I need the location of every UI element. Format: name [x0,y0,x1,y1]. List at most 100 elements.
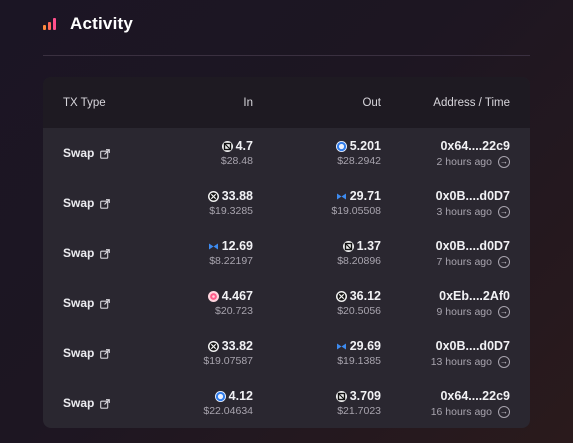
wallet-address[interactable]: 0x64....22c9 [440,139,510,153]
out-usd-value: $8.20896 [337,255,381,267]
in-amount-cell: 4.467 $20.723 [143,289,253,317]
in-usd-value: $19.3285 [209,205,253,217]
in-amount: 33.88 [221,189,253,203]
wallet-address[interactable]: 0x0B....d0D7 [436,239,510,253]
out-usd-value: $28.2942 [337,155,381,167]
black-cross-token-icon [207,340,219,352]
out-amount: 1.37 [356,239,381,253]
out-usd-value: $19.1385 [337,355,381,367]
swap-link[interactable]: Swap [43,146,143,160]
tx-time: 16 hours ago [430,405,492,418]
column-header-in: In [243,96,253,109]
blue-ring-token-icon [335,140,347,152]
tx-time: 7 hours ago [436,255,492,268]
table-row: Swap 4.7 $28.48 5.201 $28.2942 0x64....22c9 2 … [43,128,530,178]
in-amount-cell: 4.7 $28.48 [143,139,253,167]
column-header-tx-type: TX Type [63,96,106,109]
in-usd-value: $19.07587 [203,355,253,367]
arrow-right-icon[interactable]: → [498,355,510,368]
black-hexagon-token-icon [335,390,347,402]
table-row: Swap 4.467 $20.723 36.12 $20.5056 0xEb....2Af… [43,278,530,328]
page-title: Activity [70,14,134,33]
tx-time: 13 hours ago [430,355,492,368]
in-amount-cell: 12.69 $8.22197 [143,239,253,267]
in-amount: 4.467 [221,289,253,303]
wallet-address[interactable]: 0xEb....2Af0 [439,289,510,303]
external-link-icon[interactable] [100,348,111,359]
activity-header: Activity [43,14,133,34]
blue-bowtie-token-icon [208,241,219,252]
tx-type-label: Swap [63,296,95,310]
bar-chart-icon [43,18,56,30]
in-amount: 4.12 [228,389,253,403]
in-amount: 4.7 [235,139,253,153]
external-link-icon[interactable] [100,148,111,159]
out-amount-cell: 36.12 $20.5056 [253,289,381,317]
address-time-cell: 0x0B....d0D7 13 hours ago → [381,339,510,368]
tx-time: 9 hours ago [436,305,492,318]
column-header-out: Out [362,96,381,109]
tx-time: 2 hours ago [436,155,492,168]
out-amount: 36.12 [349,289,381,303]
activity-table: TX Type In Out Address / Time Swap 4.7 $28… [43,77,530,428]
table-body: Swap 4.7 $28.48 5.201 $28.2942 0x64....22c9 2 … [43,128,530,428]
out-amount-cell: 1.37 $8.20896 [253,239,381,267]
in-usd-value: $20.723 [215,305,253,317]
in-usd-value: $8.22197 [209,255,253,267]
swap-link[interactable]: Swap [43,246,143,260]
out-usd-value: $20.5056 [337,305,381,317]
pink-token-icon [207,290,219,302]
blue-bowtie-token-icon [336,191,347,202]
out-usd-value: $19.05508 [331,205,381,217]
wallet-address[interactable]: 0x0B....d0D7 [436,339,510,353]
out-amount-cell: 29.69 $19.1385 [253,339,381,367]
arrow-right-icon[interactable]: → [498,155,510,168]
tx-type-label: Swap [63,396,95,410]
arrow-right-icon[interactable]: → [498,255,510,268]
tx-type-label: Swap [63,146,95,160]
divider [43,55,530,56]
out-amount: 29.69 [349,339,381,353]
table-row: Swap 33.82 $19.07587 29.69 $19.1385 0x0B....d… [43,328,530,378]
in-usd-value: $22.04634 [203,405,253,417]
address-time-cell: 0x0B....d0D7 3 hours ago → [381,189,510,218]
in-amount: 12.69 [221,239,253,253]
wallet-address[interactable]: 0x64....22c9 [440,389,510,403]
out-amount: 3.709 [349,389,381,403]
blue-ring-token-icon [214,390,226,402]
external-link-icon[interactable] [100,398,111,409]
swap-link[interactable]: Swap [43,296,143,310]
swap-link[interactable]: Swap [43,196,143,210]
arrow-right-icon[interactable]: → [498,205,510,218]
out-amount: 5.201 [349,139,381,153]
table-row: Swap 4.12 $22.04634 3.709 $21.7023 0x64....22… [43,378,530,428]
external-link-icon[interactable] [100,298,111,309]
in-amount-cell: 4.12 $22.04634 [143,389,253,417]
out-amount-cell: 5.201 $28.2942 [253,139,381,167]
external-link-icon[interactable] [100,198,111,209]
address-time-cell: 0x64....22c9 16 hours ago → [381,389,510,418]
in-amount-cell: 33.88 $19.3285 [143,189,253,217]
table-row: Swap 33.88 $19.3285 29.71 $19.05508 0x0B....d… [43,178,530,228]
external-link-icon[interactable] [100,248,111,259]
arrow-right-icon[interactable]: → [498,405,510,418]
arrow-right-icon[interactable]: → [498,305,510,318]
out-amount-cell: 3.709 $21.7023 [253,389,381,417]
swap-link[interactable]: Swap [43,346,143,360]
tx-time: 3 hours ago [436,205,492,218]
in-amount-cell: 33.82 $19.07587 [143,339,253,367]
tx-type-label: Swap [63,196,95,210]
swap-link[interactable]: Swap [43,396,143,410]
column-header-address-time: Address / Time [433,96,510,109]
in-usd-value: $28.48 [220,155,253,167]
wallet-address[interactable]: 0x0B....d0D7 [436,189,510,203]
black-cross-token-icon [335,290,347,302]
black-hexagon-token-icon [342,240,354,252]
out-amount-cell: 29.71 $19.05508 [253,189,381,217]
black-cross-token-icon [207,190,219,202]
address-time-cell: 0x64....22c9 2 hours ago → [381,139,510,168]
tx-type-label: Swap [63,246,95,260]
blue-bowtie-token-icon [336,341,347,352]
in-amount: 33.82 [221,339,253,353]
address-time-cell: 0xEb....2Af0 9 hours ago → [381,289,510,318]
